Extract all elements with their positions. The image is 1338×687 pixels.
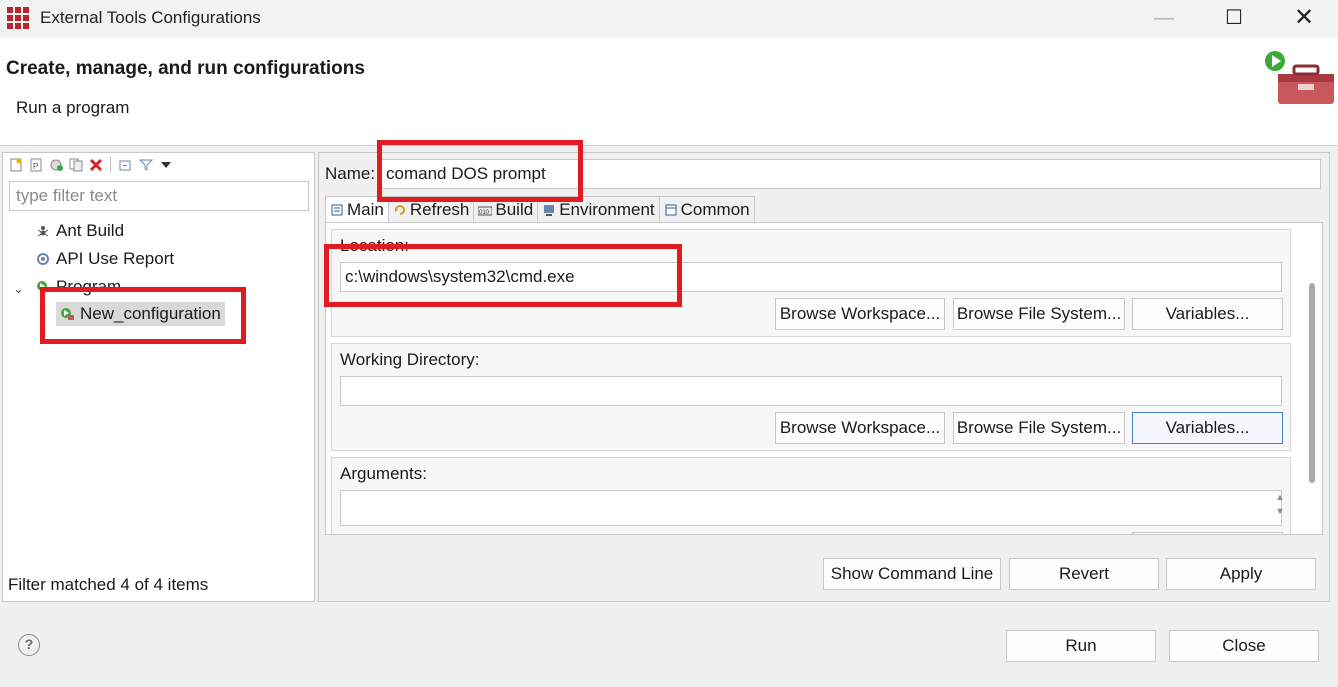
- header-subtitle: Run a program: [16, 98, 130, 117]
- help-icon[interactable]: ?: [18, 634, 40, 656]
- new-config-icon[interactable]: [7, 157, 24, 174]
- toolbox-run-icon: [1265, 51, 1334, 104]
- tree-label: Ant Build: [56, 221, 125, 240]
- export-icon[interactable]: [47, 157, 64, 174]
- close-button[interactable]: Close: [1169, 630, 1319, 662]
- revert-button[interactable]: Revert: [1009, 558, 1159, 590]
- dialog-header: Create, manage, and run configurations R…: [0, 38, 1338, 146]
- run-button[interactable]: Run: [1006, 630, 1156, 662]
- collapse-all-icon[interactable]: [117, 157, 134, 174]
- configuration-editor-panel: Name: Main Refresh 010 Build Environment: [318, 152, 1330, 602]
- common-tab-icon: [664, 203, 678, 217]
- maximize-button[interactable]: ☐: [1214, 6, 1254, 32]
- main-tab-icon: [330, 203, 344, 217]
- working-directory-label: Working Directory:: [340, 350, 480, 369]
- name-label: Name:: [325, 164, 376, 183]
- api-report-icon: [36, 252, 50, 266]
- show-command-line-button[interactable]: Show Command Line: [823, 558, 1001, 590]
- duplicate-icon[interactable]: [67, 157, 84, 174]
- new-prototype-icon[interactable]: P: [27, 157, 44, 174]
- close-window-button[interactable]: ✕: [1284, 6, 1324, 32]
- view-menu-icon[interactable]: [157, 157, 174, 174]
- svg-text:010: 010: [479, 210, 490, 216]
- svg-text:P: P: [33, 162, 38, 171]
- arguments-group: Arguments: ▲ ▼: [331, 457, 1291, 534]
- highlight-location-annotation: [324, 244, 682, 307]
- tab-label: Build: [495, 199, 534, 219]
- scrollbar-thumb[interactable]: [1309, 283, 1315, 483]
- configuration-toolbar: P: [7, 155, 174, 175]
- tab-common[interactable]: Common: [658, 196, 755, 222]
- environment-icon: [542, 203, 556, 217]
- location-browse-workspace-button[interactable]: Browse Workspace...: [775, 298, 945, 330]
- filter-input[interactable]: [9, 181, 309, 211]
- highlight-new-configuration-annotation: [40, 287, 246, 344]
- workdir-browse-workspace-button[interactable]: Browse Workspace...: [775, 412, 945, 444]
- working-directory-group: Working Directory: Browse Workspace... B…: [331, 343, 1291, 451]
- arguments-variables-button-partial[interactable]: [1132, 532, 1283, 534]
- chevron-down-icon[interactable]: ⌄: [13, 281, 24, 297]
- tab-label: Common: [680, 199, 750, 219]
- eclipse-app-icon: [7, 7, 29, 29]
- tree-label: API Use Report: [56, 249, 175, 268]
- highlight-name-annotation: [377, 140, 583, 202]
- tree-item-api-use-report[interactable]: API Use Report: [36, 249, 174, 269]
- working-directory-field[interactable]: [340, 376, 1282, 406]
- title-bar: External Tools Configurations — ☐ ✕: [0, 0, 1338, 38]
- minimize-button[interactable]: —: [1144, 6, 1184, 32]
- apply-button[interactable]: Apply: [1166, 558, 1316, 590]
- ant-icon: [36, 224, 50, 238]
- delete-icon[interactable]: [87, 157, 104, 174]
- tree-item-ant-build[interactable]: Ant Build: [36, 221, 124, 241]
- arguments-label: Arguments:: [340, 464, 427, 483]
- tab-label: Environment: [559, 199, 655, 219]
- workdir-variables-button[interactable]: Variables...: [1132, 412, 1283, 444]
- configuration-list-panel: P Ant Build API Use Report: [2, 152, 315, 602]
- tab-label: Main: [347, 200, 384, 219]
- arguments-area-wrapper: ▲ ▼: [340, 490, 1284, 526]
- refresh-icon: [393, 203, 407, 217]
- tab-scrollbar[interactable]: [1309, 283, 1315, 483]
- filter-icon[interactable]: [137, 157, 154, 174]
- tab-label: Refresh: [409, 199, 470, 219]
- arguments-scroll-arrows[interactable]: ▲ ▼: [1270, 490, 1290, 524]
- location-variables-button[interactable]: Variables...: [1132, 298, 1283, 330]
- filter-status: Filter matched 4 of 4 items: [8, 575, 209, 594]
- workdir-browse-file-system-button[interactable]: Browse File System...: [953, 412, 1125, 444]
- build-icon: 010: [478, 203, 493, 217]
- toolbar-divider: [110, 157, 111, 173]
- window-title: External Tools Configurations: [40, 8, 261, 27]
- location-browse-file-system-button[interactable]: Browse File System...: [953, 298, 1125, 330]
- header-title: Create, manage, and run configurations: [6, 58, 365, 79]
- arguments-field[interactable]: [340, 490, 1282, 526]
